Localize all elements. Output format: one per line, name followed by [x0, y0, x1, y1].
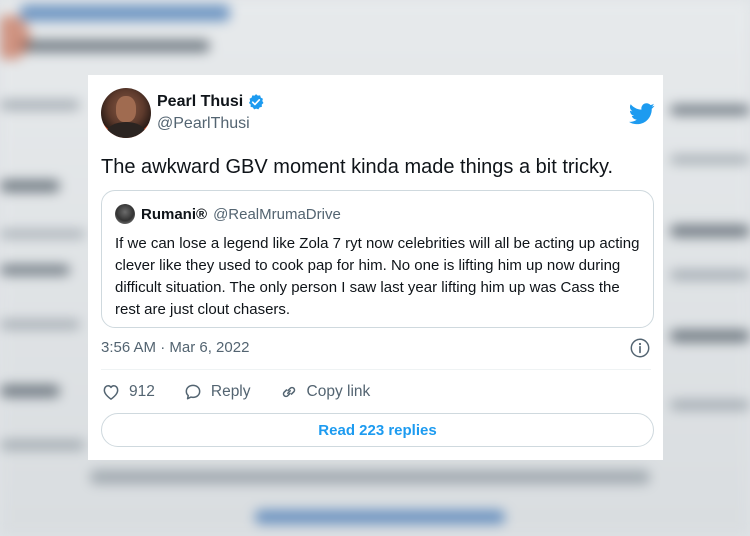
quoted-tweet-text: If we can lose a legend like Zola 7 ryt …: [115, 235, 640, 318]
quoted-tweet[interactable]: Rumani® @RealMrumaDrive If we can lose a…: [101, 190, 654, 328]
tweet-actions: 912 Reply Copy link: [101, 380, 651, 404]
author-avatar[interactable]: [101, 88, 151, 138]
reply-label: Reply: [210, 383, 251, 400]
divider: [101, 369, 651, 370]
tweet-text: The awkward GBV moment kinda made things…: [101, 156, 614, 178]
quoted-author-handle: @RealMrumaDrive: [213, 205, 341, 223]
tweet-card: Pearl Thusi @PearlThusi The awkward GBV …: [88, 75, 663, 460]
read-replies-button[interactable]: Read 223 replies: [101, 413, 654, 447]
tweet-header: Pearl Thusi @PearlThusi: [101, 88, 655, 140]
speech-bubble-icon: [185, 384, 201, 400]
tweet-timestamp[interactable]: 3:56 AM · Mar 6, 2022: [101, 339, 249, 356]
link-icon: [282, 386, 295, 398]
quoted-author-avatar: [115, 204, 135, 224]
author-name-line: Pearl Thusi: [157, 93, 265, 111]
like-button[interactable]: 912: [101, 382, 155, 402]
like-count: 912: [129, 383, 155, 400]
twitter-bird-icon[interactable]: [629, 103, 655, 125]
verified-badge-icon: [249, 94, 264, 110]
copy-link-button[interactable]: Copy link: [279, 382, 371, 402]
author-handle[interactable]: @PearlThusi: [157, 115, 250, 133]
reply-button[interactable]: Reply: [183, 382, 251, 402]
quoted-tweet-header: Rumani® @RealMrumaDrive: [115, 204, 341, 224]
heart-icon: [103, 385, 119, 400]
quoted-author-name: Rumani®: [141, 205, 208, 223]
info-icon[interactable]: [629, 337, 651, 359]
copy-link-label: Copy link: [306, 383, 371, 400]
author-display-name[interactable]: Pearl Thusi: [157, 93, 243, 111]
